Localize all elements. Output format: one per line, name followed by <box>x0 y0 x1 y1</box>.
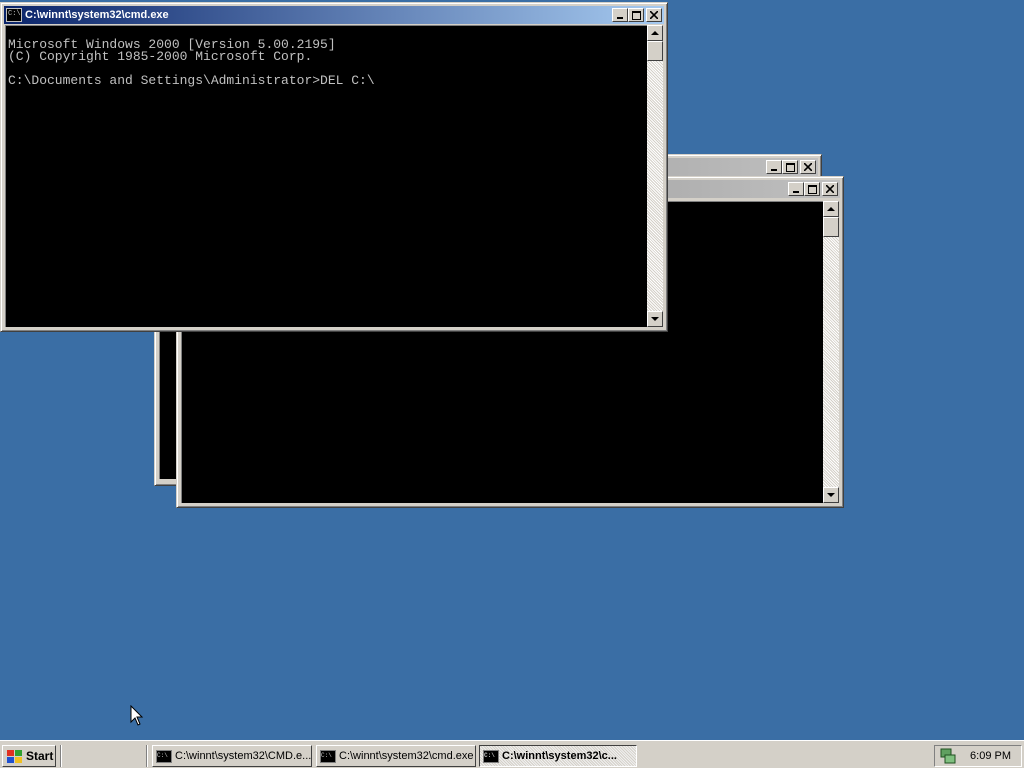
maximize-icon <box>785 162 795 172</box>
taskbar-button-cmd-2[interactable]: C:\ C:\winnt\system32\cmd.exe <box>316 745 476 767</box>
taskbar: Start C:\ C:\winnt\system32\CMD.e... C:\… <box>0 740 1024 768</box>
close-icon <box>650 11 658 19</box>
mouse-cursor-icon <box>130 705 144 726</box>
minimize-button[interactable] <box>612 8 628 22</box>
close-button[interactable] <box>646 8 662 22</box>
cmd-icon: C:\ <box>156 749 172 763</box>
maximize-button[interactable] <box>628 8 644 22</box>
taskbar-button-label: C:\winnt\system32\CMD.e... <box>175 750 312 762</box>
quick-launch-area <box>64 745 142 767</box>
close-icon <box>804 163 812 171</box>
cmd-icon: C:\ <box>6 8 22 22</box>
cmd-window-front[interactable]: C:\ C:\winnt\system32\cmd.exe Microsoft … <box>0 2 668 332</box>
console-line: (C) Copyright 1985-2000 Microsoft Corp. <box>8 49 313 64</box>
windows-flag-icon <box>7 750 22 763</box>
taskbar-button-cmd-1[interactable]: C:\ C:\winnt\system32\CMD.e... <box>152 745 312 767</box>
console-line: C:\Documents and Settings\Administrator>… <box>8 73 375 88</box>
scroll-down-icon <box>827 492 835 497</box>
scroll-thumb[interactable] <box>823 217 839 237</box>
console-area[interactable]: Microsoft Windows 2000 [Version 5.00.219… <box>5 25 647 327</box>
system-tray: 6:09 PM <box>934 745 1022 767</box>
minimize-icon <box>771 169 777 171</box>
taskbar-button-label: C:\winnt\system32\cmd.exe <box>339 750 474 762</box>
cmd-icon: C:\ <box>320 749 336 763</box>
minimize-icon <box>793 191 799 193</box>
scroll-thumb[interactable] <box>647 41 663 61</box>
taskbar-separator <box>146 745 148 767</box>
scroll-up-button[interactable] <box>823 201 839 217</box>
scroll-down-icon <box>651 316 659 321</box>
scroll-up-icon <box>651 30 659 35</box>
start-label: Start <box>26 749 54 763</box>
scroll-up-button[interactable] <box>647 25 663 41</box>
maximize-icon <box>631 10 641 20</box>
window-title: C:\winnt\system32\cmd.exe <box>25 9 169 21</box>
clock[interactable]: 6:09 PM <box>970 750 1011 762</box>
window-titlebar[interactable]: C:\ C:\winnt\system32\cmd.exe <box>4 6 664 24</box>
scroll-up-icon <box>827 206 835 211</box>
minimize-button[interactable] <box>766 160 782 174</box>
scroll-down-button[interactable] <box>823 487 839 503</box>
taskbar-button-label: C:\winnt\system32\c... <box>502 750 617 762</box>
maximize-button[interactable] <box>804 182 820 196</box>
minimize-icon <box>617 17 623 19</box>
close-icon <box>826 185 834 193</box>
taskbar-button-cmd-3[interactable]: C:\ C:\winnt\system32\c... <box>479 745 637 767</box>
close-button[interactable] <box>800 160 816 174</box>
maximize-button[interactable] <box>782 160 798 174</box>
close-button[interactable] <box>822 182 838 196</box>
vertical-scrollbar[interactable] <box>823 201 839 503</box>
maximize-icon <box>807 184 817 194</box>
vertical-scrollbar[interactable] <box>647 25 663 327</box>
cmd-icon: C:\ <box>483 749 499 763</box>
start-button[interactable]: Start <box>2 745 56 767</box>
taskbar-separator <box>60 745 62 767</box>
minimize-button[interactable] <box>788 182 804 196</box>
scroll-down-button[interactable] <box>647 311 663 327</box>
network-tray-icon[interactable] <box>939 748 957 764</box>
